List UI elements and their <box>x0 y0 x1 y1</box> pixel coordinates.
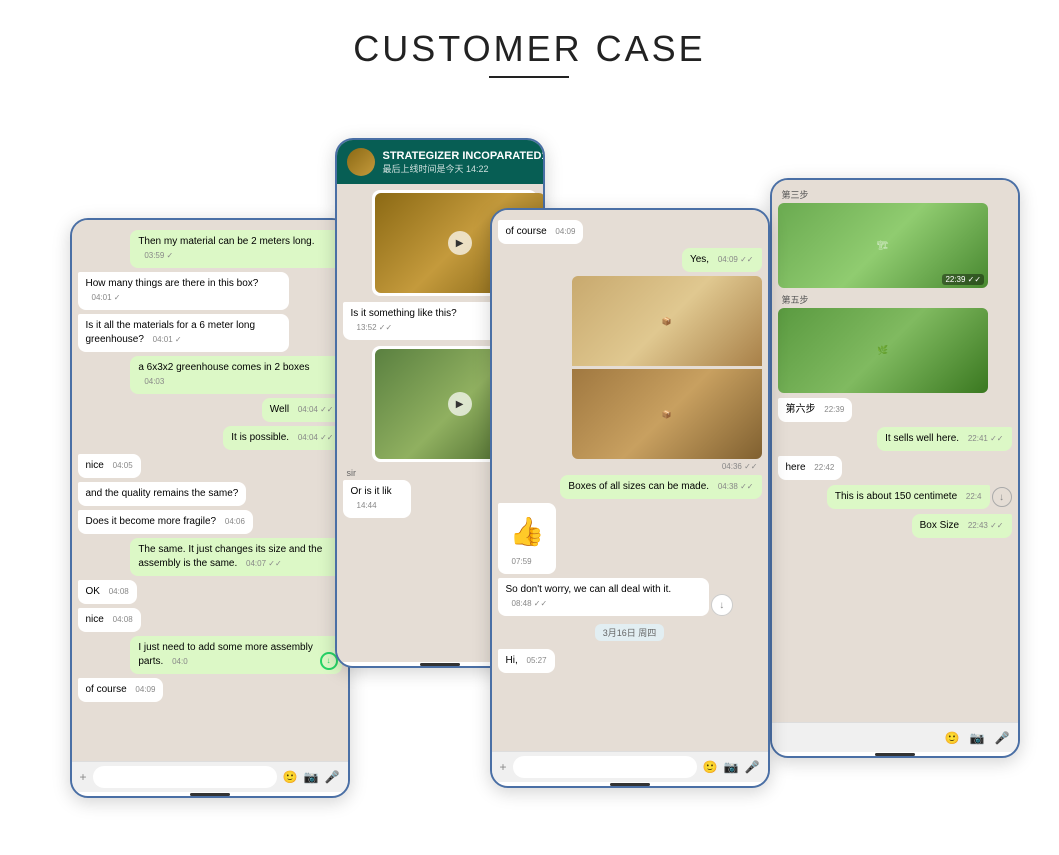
camera-icon-right[interactable]: 📷 <box>970 731 985 745</box>
play-button[interactable]: ▶ <box>448 231 472 255</box>
msg-emoji-bubble: 👍 07:59 <box>498 503 557 574</box>
phone-left: Then my material can be 2 meters long. 0… <box>70 218 350 798</box>
chat-contact-name: STRATEGIZER INCOPARATED1... <box>383 150 545 162</box>
msg-with-prefix: sir Or is it lik 14:44 <box>343 468 429 518</box>
phone-bottom-bar-main <box>492 782 768 786</box>
msg-bubble: Well 04:04 ✓✓ <box>262 398 342 422</box>
msg-bubble: a 6x3x2 greenhouse comes in 2 boxes 04:0… <box>130 356 341 394</box>
message-input[interactable] <box>93 766 277 788</box>
home-indicator-main <box>610 783 650 786</box>
msg-boxes-images: 📦 📦 04:36 ✓✓ <box>572 276 762 471</box>
avatar <box>347 148 375 176</box>
mic-icon-main[interactable]: 🎤 <box>745 760 760 774</box>
msg-bubble: of course 04:09 <box>498 220 584 244</box>
msg-bubble: Does it become more fragile? 04:06 <box>78 510 253 534</box>
mic-icon[interactable]: 🎤 <box>325 770 340 784</box>
msg-bubble: It is possible. 04:04 ✓✓ <box>223 426 341 450</box>
phone-center-main: of course 04:09 Yes, 04:09 ✓✓ 📦 📦 <box>490 208 770 788</box>
video-time-right-1: 22:39 ✓✓ <box>942 274 984 285</box>
msg-bubble: of course 04:09 <box>78 678 164 702</box>
msg-bubble: Boxes of all sizes can be made. 04:38 ✓✓ <box>560 475 761 499</box>
msg-hoop-2: 第五步 🌿 <box>778 293 989 393</box>
chat-status: 最后上线时间是今天 14:22 <box>383 162 545 175</box>
page-title: CUSTOMER CASE <box>353 28 705 78</box>
home-indicator-right <box>875 753 915 756</box>
home-indicator-2 <box>420 663 460 666</box>
add-icon[interactable]: + <box>80 770 87 784</box>
msg-bubble: Then my material can be 2 meters long. 0… <box>130 230 341 268</box>
msg-bubble: Or is it lik 14:44 <box>343 480 412 518</box>
emoji-icon-right[interactable]: 🙂 <box>945 731 960 745</box>
msg-bubble: 第六步 22:39 <box>778 398 853 422</box>
chat-header: STRATEGIZER INCOPARATED1... 最后上线时间是今天 14… <box>337 140 543 184</box>
screenshots-container: Then my material can be 2 meters long. 0… <box>40 118 1020 848</box>
add-icon-main[interactable]: + <box>500 760 507 774</box>
msg-bubble: Yes, 04:09 ✓✓ <box>682 248 762 272</box>
phone-bottom-bar <box>72 792 348 796</box>
msg-bubble: nice 04:05 <box>78 454 141 478</box>
message-input-main[interactable] <box>513 756 697 778</box>
camera-icon-main[interactable]: 📷 <box>724 760 739 774</box>
msg-bubble: I just need to add some more assembly pa… <box>130 636 341 674</box>
mic-icon-right[interactable]: 🎤 <box>995 731 1010 745</box>
chat-input-bar-main: + 🙂 📷 🎤 <box>492 751 768 782</box>
scroll-down-btn[interactable]: ↓ <box>711 594 733 616</box>
msg-bubble: How many things are there in this box? 0… <box>78 272 289 310</box>
msg-bubble: So don't worry, we can all deal with it.… <box>498 578 709 616</box>
msg-bubble: and the quality remains the same? <box>78 482 247 506</box>
chat-input-bar-right: 🙂 📷 🎤 <box>772 722 1018 752</box>
chat-input-bar: + 🙂 📷 🎤 <box>72 761 348 792</box>
scroll-down-right[interactable]: ↓ <box>992 487 1012 507</box>
msg-bubble: The same. It just changes its size and t… <box>130 538 341 576</box>
chat-header-info: STRATEGIZER INCOPARATED1... 最后上线时间是今天 14… <box>383 150 545 175</box>
msg-bubble: Hi, 05:27 <box>498 649 555 673</box>
play-button-2[interactable]: ▶ <box>448 392 472 416</box>
msg-bubble: here 22:42 <box>778 456 843 480</box>
msg-bubble: OK 04:08 <box>78 580 137 604</box>
camera-icon[interactable]: 📷 <box>304 770 319 784</box>
msg-bubble: This is about 150 centimete 22:4 <box>827 485 990 509</box>
msg-hoop-1: 第三步 🏗 22:39 ✓✓ <box>778 188 989 288</box>
emoji-icon[interactable]: 🙂 <box>283 770 298 784</box>
date-divider: 3月16日 周四 <box>595 624 665 641</box>
home-indicator <box>190 793 230 796</box>
phone-right: 第三步 🏗 22:39 ✓✓ 第五步 🌿 第六步 22:39 <box>770 178 1020 758</box>
msg-bubble: nice 04:08 <box>78 608 141 632</box>
msg-bubble: Is it something like this? 13:52 ✓✓ <box>343 302 498 340</box>
phone-bottom-bar-right <box>772 752 1018 756</box>
msg-bubble: Is it all the materials for a 6 meter lo… <box>78 314 289 352</box>
msg-bubble: It sells well here. 22:41 ✓✓ <box>877 427 1011 451</box>
msg-bubble: Box Size 22:43 ✓✓ <box>912 514 1012 538</box>
emoji-icon-main[interactable]: 🙂 <box>703 760 718 774</box>
